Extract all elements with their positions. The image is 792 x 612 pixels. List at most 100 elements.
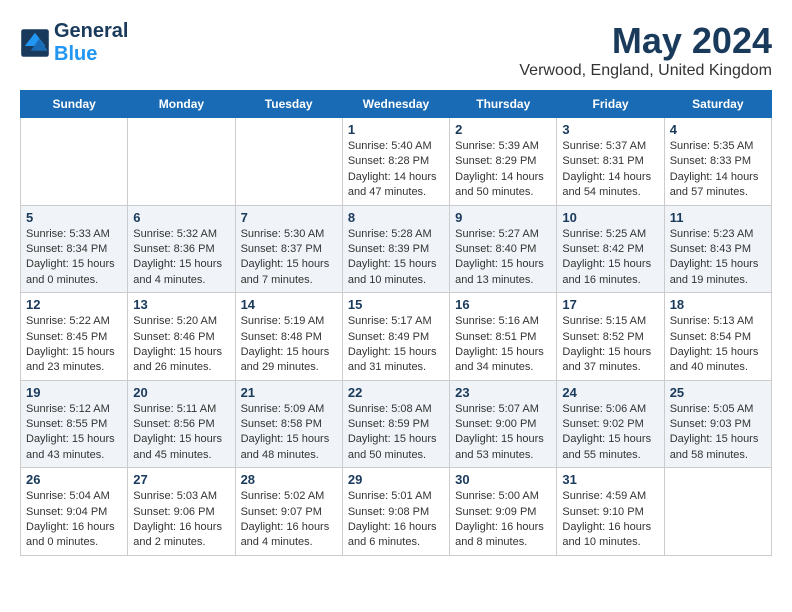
calendar-cell: 2 Sunrise: 5:39 AM Sunset: 8:29 PM Daylig… — [450, 118, 557, 206]
cell-info: Sunrise: 5:20 AM Sunset: 8:46 PM Dayligh… — [133, 314, 229, 376]
calendar-cell: 23 Sunrise: 5:07 AM Sunset: 9:00 PM Dayli… — [450, 380, 557, 468]
cell-info: Sunrise: 5:30 AM Sunset: 8:37 PM Dayligh… — [241, 227, 337, 289]
cell-info: Sunrise: 5:27 AM Sunset: 8:40 PM Dayligh… — [455, 227, 551, 289]
day-number: 2 — [455, 122, 551, 137]
calendar-cell: 16 Sunrise: 5:16 AM Sunset: 8:51 PM Dayli… — [450, 293, 557, 381]
calendar-cell — [664, 468, 771, 556]
logo-icon — [20, 28, 50, 58]
cell-info: Sunrise: 5:35 AM Sunset: 8:33 PM Dayligh… — [670, 139, 766, 201]
cell-info: Sunrise: 5:12 AM Sunset: 8:55 PM Dayligh… — [26, 402, 122, 464]
day-number: 23 — [455, 385, 551, 400]
day-number: 9 — [455, 210, 551, 225]
day-number: 25 — [670, 385, 766, 400]
calendar-week-1: 1 Sunrise: 5:40 AM Sunset: 8:28 PM Daylig… — [21, 118, 772, 206]
cell-info: Sunrise: 5:07 AM Sunset: 9:00 PM Dayligh… — [455, 402, 551, 464]
cell-info: Sunrise: 5:16 AM Sunset: 8:51 PM Dayligh… — [455, 314, 551, 376]
day-number: 10 — [562, 210, 658, 225]
day-number: 16 — [455, 297, 551, 312]
cell-info: Sunrise: 5:09 AM Sunset: 8:58 PM Dayligh… — [241, 402, 337, 464]
calendar-table: SundayMondayTuesdayWednesdayThursdayFrid… — [20, 90, 772, 556]
cell-info: Sunrise: 5:15 AM Sunset: 8:52 PM Dayligh… — [562, 314, 658, 376]
cell-info: Sunrise: 5:25 AM Sunset: 8:42 PM Dayligh… — [562, 227, 658, 289]
day-header-friday: Friday — [557, 91, 664, 118]
calendar-cell: 15 Sunrise: 5:17 AM Sunset: 8:49 PM Dayli… — [342, 293, 449, 381]
cell-info: Sunrise: 5:02 AM Sunset: 9:07 PM Dayligh… — [241, 489, 337, 551]
cell-info: Sunrise: 5:01 AM Sunset: 9:08 PM Dayligh… — [348, 489, 444, 551]
calendar-cell — [235, 118, 342, 206]
cell-info: Sunrise: 5:11 AM Sunset: 8:56 PM Dayligh… — [133, 402, 229, 464]
calendar-cell: 12 Sunrise: 5:22 AM Sunset: 8:45 PM Dayli… — [21, 293, 128, 381]
calendar-cell: 8 Sunrise: 5:28 AM Sunset: 8:39 PM Daylig… — [342, 205, 449, 293]
cell-info: Sunrise: 4:59 AM Sunset: 9:10 PM Dayligh… — [562, 489, 658, 551]
day-number: 26 — [26, 472, 122, 487]
day-header-monday: Monday — [128, 91, 235, 118]
logo: General Blue — [20, 20, 128, 66]
calendar-cell: 11Sunrise: 5:23 AM Sunset: 8:43 PM Dayli… — [664, 205, 771, 293]
calendar-cell: 22Sunrise: 5:08 AM Sunset: 8:59 PM Dayli… — [342, 380, 449, 468]
location-subtitle: Verwood, England, United Kingdom — [519, 62, 772, 80]
calendar-cell: 4Sunrise: 5:35 AM Sunset: 8:33 PM Daylig… — [664, 118, 771, 206]
calendar-cell: 7Sunrise: 5:30 AM Sunset: 8:37 PM Daylig… — [235, 205, 342, 293]
calendar-cell: 10 Sunrise: 5:25 AM Sunset: 8:42 PM Dayli… — [557, 205, 664, 293]
day-number: 30 — [455, 472, 551, 487]
day-header-wednesday: Wednesday — [342, 91, 449, 118]
cell-info: Sunrise: 5:19 AM Sunset: 8:48 PM Dayligh… — [241, 314, 337, 376]
cell-info: Sunrise: 5:08 AM Sunset: 8:59 PM Dayligh… — [348, 402, 444, 464]
logo-text: General Blue — [54, 20, 128, 66]
cell-info: Sunrise: 5:40 AM Sunset: 8:28 PM Dayligh… — [348, 139, 444, 201]
cell-info: Sunrise: 5:37 AM Sunset: 8:31 PM Dayligh… — [562, 139, 658, 201]
day-number: 15 — [348, 297, 444, 312]
calendar-cell: 14 Sunrise: 5:19 AM Sunset: 8:48 PM Dayli… — [235, 293, 342, 381]
calendar-cell: 26 Sunrise: 5:04 AM Sunset: 9:04 PM Dayli… — [21, 468, 128, 556]
cell-info: Sunrise: 5:13 AM Sunset: 8:54 PM Dayligh… — [670, 314, 766, 376]
cell-info: Sunrise: 5:00 AM Sunset: 9:09 PM Dayligh… — [455, 489, 551, 551]
day-header-thursday: Thursday — [450, 91, 557, 118]
calendar-week-3: 12 Sunrise: 5:22 AM Sunset: 8:45 PM Dayli… — [21, 293, 772, 381]
calendar-week-2: 5Sunrise: 5:33 AM Sunset: 8:34 PM Daylig… — [21, 205, 772, 293]
day-number: 18 — [670, 297, 766, 312]
cell-info: Sunrise: 5:22 AM Sunset: 8:45 PM Dayligh… — [26, 314, 122, 376]
calendar-cell: 1 Sunrise: 5:40 AM Sunset: 8:28 PM Daylig… — [342, 118, 449, 206]
calendar-cell: 5Sunrise: 5:33 AM Sunset: 8:34 PM Daylig… — [21, 205, 128, 293]
cell-info: Sunrise: 5:28 AM Sunset: 8:39 PM Dayligh… — [348, 227, 444, 289]
calendar-cell: 6Sunrise: 5:32 AM Sunset: 8:36 PM Daylig… — [128, 205, 235, 293]
day-number: 14 — [241, 297, 337, 312]
day-number: 1 — [348, 122, 444, 137]
day-number: 17 — [562, 297, 658, 312]
day-header-saturday: Saturday — [664, 91, 771, 118]
cell-info: Sunrise: 5:23 AM Sunset: 8:43 PM Dayligh… — [670, 227, 766, 289]
calendar-cell: 9 Sunrise: 5:27 AM Sunset: 8:40 PM Daylig… — [450, 205, 557, 293]
days-header-row: SundayMondayTuesdayWednesdayThursdayFrid… — [21, 91, 772, 118]
day-number: 3 — [562, 122, 658, 137]
day-number: 13 — [133, 297, 229, 312]
calendar-cell: 17 Sunrise: 5:15 AM Sunset: 8:52 PM Dayli… — [557, 293, 664, 381]
calendar-cell: 21 Sunrise: 5:09 AM Sunset: 8:58 PM Dayli… — [235, 380, 342, 468]
calendar-cell: 13 Sunrise: 5:20 AM Sunset: 8:46 PM Dayli… — [128, 293, 235, 381]
title-area: May 2024 Verwood, England, United Kingdo… — [519, 20, 772, 80]
cell-info: Sunrise: 5:39 AM Sunset: 8:29 PM Dayligh… — [455, 139, 551, 201]
cell-info: Sunrise: 5:32 AM Sunset: 8:36 PM Dayligh… — [133, 227, 229, 289]
calendar-cell — [128, 118, 235, 206]
day-number: 24 — [562, 385, 658, 400]
calendar-week-5: 26 Sunrise: 5:04 AM Sunset: 9:04 PM Dayli… — [21, 468, 772, 556]
cell-info: Sunrise: 5:33 AM Sunset: 8:34 PM Dayligh… — [26, 227, 122, 289]
cell-info: Sunrise: 5:04 AM Sunset: 9:04 PM Dayligh… — [26, 489, 122, 551]
day-header-tuesday: Tuesday — [235, 91, 342, 118]
calendar-week-4: 19 Sunrise: 5:12 AM Sunset: 8:55 PM Dayli… — [21, 380, 772, 468]
day-number: 12 — [26, 297, 122, 312]
page-header: General Blue May 2024 Verwood, England, … — [20, 20, 772, 80]
cell-info: Sunrise: 5:05 AM Sunset: 9:03 PM Dayligh… — [670, 402, 766, 464]
cell-info: Sunrise: 5:03 AM Sunset: 9:06 PM Dayligh… — [133, 489, 229, 551]
day-number: 31 — [562, 472, 658, 487]
calendar-cell: 3 Sunrise: 5:37 AM Sunset: 8:31 PM Daylig… — [557, 118, 664, 206]
day-number: 19 — [26, 385, 122, 400]
calendar-cell: 30 Sunrise: 5:00 AM Sunset: 9:09 PM Dayli… — [450, 468, 557, 556]
calendar-cell: 31 Sunrise: 4:59 AM Sunset: 9:10 PM Dayli… — [557, 468, 664, 556]
calendar-cell: 25 Sunrise: 5:05 AM Sunset: 9:03 PM Dayli… — [664, 380, 771, 468]
day-number: 21 — [241, 385, 337, 400]
calendar-cell: 29Sunrise: 5:01 AM Sunset: 9:08 PM Dayli… — [342, 468, 449, 556]
day-number: 8 — [348, 210, 444, 225]
calendar-cell: 28Sunrise: 5:02 AM Sunset: 9:07 PM Dayli… — [235, 468, 342, 556]
cell-info: Sunrise: 5:17 AM Sunset: 8:49 PM Dayligh… — [348, 314, 444, 376]
day-number: 20 — [133, 385, 229, 400]
